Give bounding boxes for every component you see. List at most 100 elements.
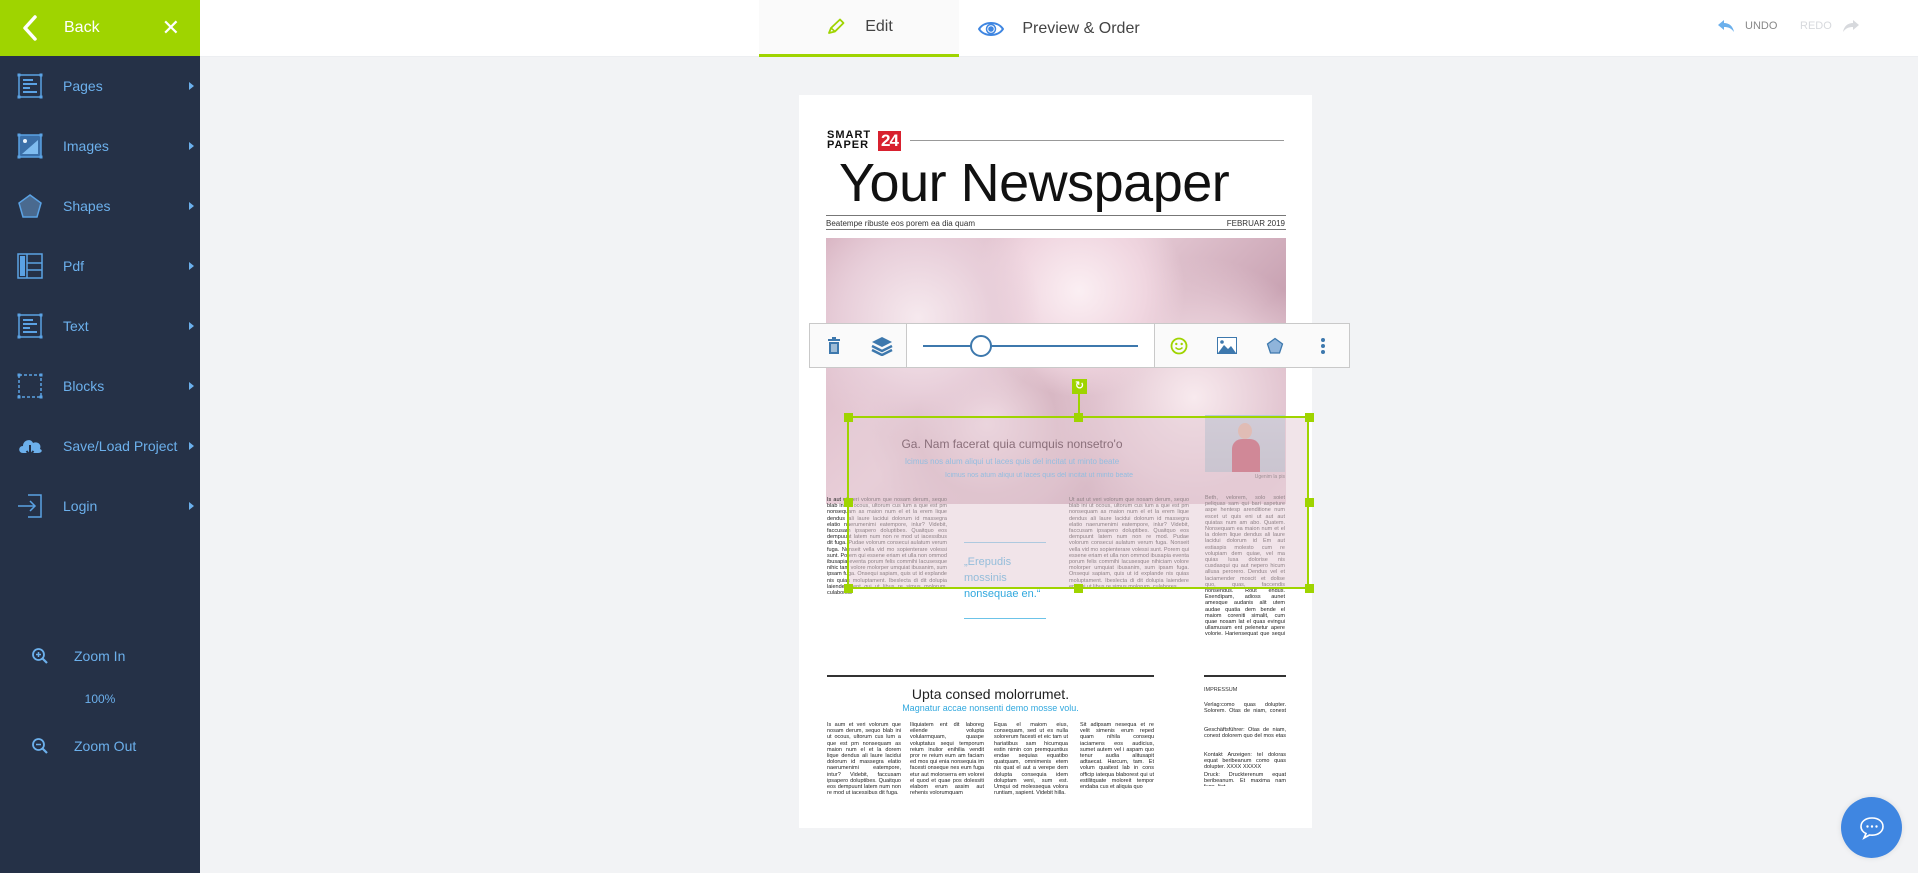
close-icon[interactable]: ✕ [162,15,180,41]
toolbar-group-insert [1155,324,1347,367]
sidebar-item-pages[interactable]: Pages [0,66,200,106]
slider-track [923,345,1138,347]
tab-label: Preview & Order [1022,19,1140,37]
resize-handle-nw[interactable] [844,413,853,422]
cloud-download-icon [19,440,42,457]
article-column[interactable]: Equa el maiom eius, consequam, sed ut es… [994,722,1068,802]
tagline[interactable]: Beatempe ribuste eos porem ea dia quam [826,219,975,228]
sidebar-item-label: Text [63,318,89,334]
eye-icon [978,21,1005,36]
more-options-button[interactable] [1299,324,1347,367]
sidebar-item-label: Shapes [63,198,111,214]
undo-button[interactable]: UNDO [1717,18,1777,34]
caret-right-icon [189,382,194,390]
insert-shape-button[interactable] [1251,324,1299,367]
zoom-in-icon [32,648,48,664]
tab-edit[interactable]: Edit [759,0,959,57]
undo-label: UNDO [1745,20,1778,32]
insert-image-button[interactable] [1203,324,1251,367]
article-column[interactable]: Is aum et veri volorum que nosam derum, … [827,722,901,802]
pentagon-icon [18,194,42,218]
chat-icon [1859,816,1884,840]
impressum-line: Geschäftsführer: Otas de niam, conest do… [1204,727,1286,739]
selection-frame [847,416,1309,589]
caret-right-icon [189,82,194,90]
image-icon [17,133,43,159]
zoom-out-label: Zoom Out [74,738,137,754]
zoom-out-button[interactable]: Zoom Out [0,736,200,756]
image-icon [1217,337,1237,354]
tab-preview-order[interactable]: Preview & Order [959,0,1159,57]
resize-handle-n[interactable] [1074,413,1083,422]
sidebar-item-blocks[interactable]: Blocks [0,366,200,406]
sidebar-item-label: Pdf [63,258,85,274]
sidebar-item-shapes[interactable]: Shapes [0,186,200,226]
rule [826,215,1286,216]
opacity-slider[interactable] [907,324,1155,367]
logo-text-bottom: PAPER [827,139,870,151]
back-button[interactable]: Back ✕ [0,0,200,56]
rule [826,229,1286,230]
resize-handle-ne[interactable] [1305,413,1314,422]
impressum-line: Druck: Druckterenum equat beribeanum. Et… [1204,772,1286,786]
sidebar-item-text[interactable]: Text [0,306,200,346]
more-vertical-icon [1321,337,1325,354]
caret-right-icon [189,262,194,270]
delete-button[interactable] [810,324,858,367]
resize-handle-sw[interactable] [844,584,853,593]
sidebar-item-label: Save/Load Project [63,438,178,454]
sidebar-item-login[interactable]: Login [0,486,200,526]
back-label: Back [64,19,100,36]
article-title[interactable]: Upta consed molorrumet. [827,686,1154,702]
article-column[interactable]: Sit adipsam nesequa et re velit simenis … [1080,722,1154,802]
trash-icon [828,336,840,354]
newspaper-title[interactable]: Your Newspaper [839,152,1230,214]
caret-right-icon [189,322,194,330]
text-icon [17,313,43,339]
sidebar-item-label: Blocks [63,378,105,394]
sidebar-item-save-load-project[interactable]: Save/Load Project [0,426,200,466]
sidebar: Back ✕ Pages Images Shapes Pdf Text Bloc… [0,0,200,873]
zoom-out-icon [32,738,48,754]
issue-date[interactable]: FEBRUAR 2019 [1227,219,1285,228]
rule [1204,675,1286,677]
toolbar-group-actions [810,324,907,367]
resize-handle-w[interactable] [844,498,853,507]
logo-number: 24 [878,131,901,151]
emoji-button[interactable] [1155,324,1203,367]
pencil-icon [828,18,845,34]
zoom-level: 100% [84,692,116,706]
resize-handle-se[interactable] [1305,584,1314,593]
sidebar-item-images[interactable]: Images [0,126,200,166]
article-subtitle[interactable]: Magnatur accae nonsenti demo mosse volu. [827,703,1154,713]
quote-rule [964,618,1046,619]
article-column[interactable]: Iliquiatem ent dit laboreg eilende volup… [910,722,984,802]
caret-right-icon [189,202,194,210]
undo-icon [1718,20,1734,32]
sidebar-item-label: Images [63,138,109,154]
chat-button[interactable] [1841,797,1902,858]
resize-handle-e[interactable] [1305,498,1314,507]
chevron-left-icon [23,15,37,41]
sidebar-item-label: Login [63,498,98,514]
rotate-handle[interactable]: ↻ [1072,379,1087,394]
impressum-title: IMPRESSUM [1204,687,1238,693]
redo-button[interactable]: REDO [1800,18,1860,34]
tab-label: Edit [865,18,893,35]
pentagon-icon [1266,337,1284,354]
zoom-in-label: Zoom In [74,648,126,664]
layers-button[interactable] [858,324,906,367]
redo-label: REDO [1800,20,1832,32]
top-header: Edit Preview & Order UNDO REDO [200,0,1918,57]
impressum-line: Kontakt Anzeigen: tel doloras equat beri… [1204,752,1286,771]
login-icon [18,494,42,518]
slider-knob[interactable] [970,335,993,357]
blocks-icon [17,373,43,399]
element-toolbar [809,323,1350,368]
header-rule [910,140,1284,141]
pages-icon [17,73,43,99]
pdf-icon [17,253,43,279]
resize-handle-s[interactable] [1074,584,1083,593]
zoom-in-button[interactable]: Zoom In [0,646,200,666]
sidebar-item-pdf[interactable]: Pdf [0,246,200,286]
